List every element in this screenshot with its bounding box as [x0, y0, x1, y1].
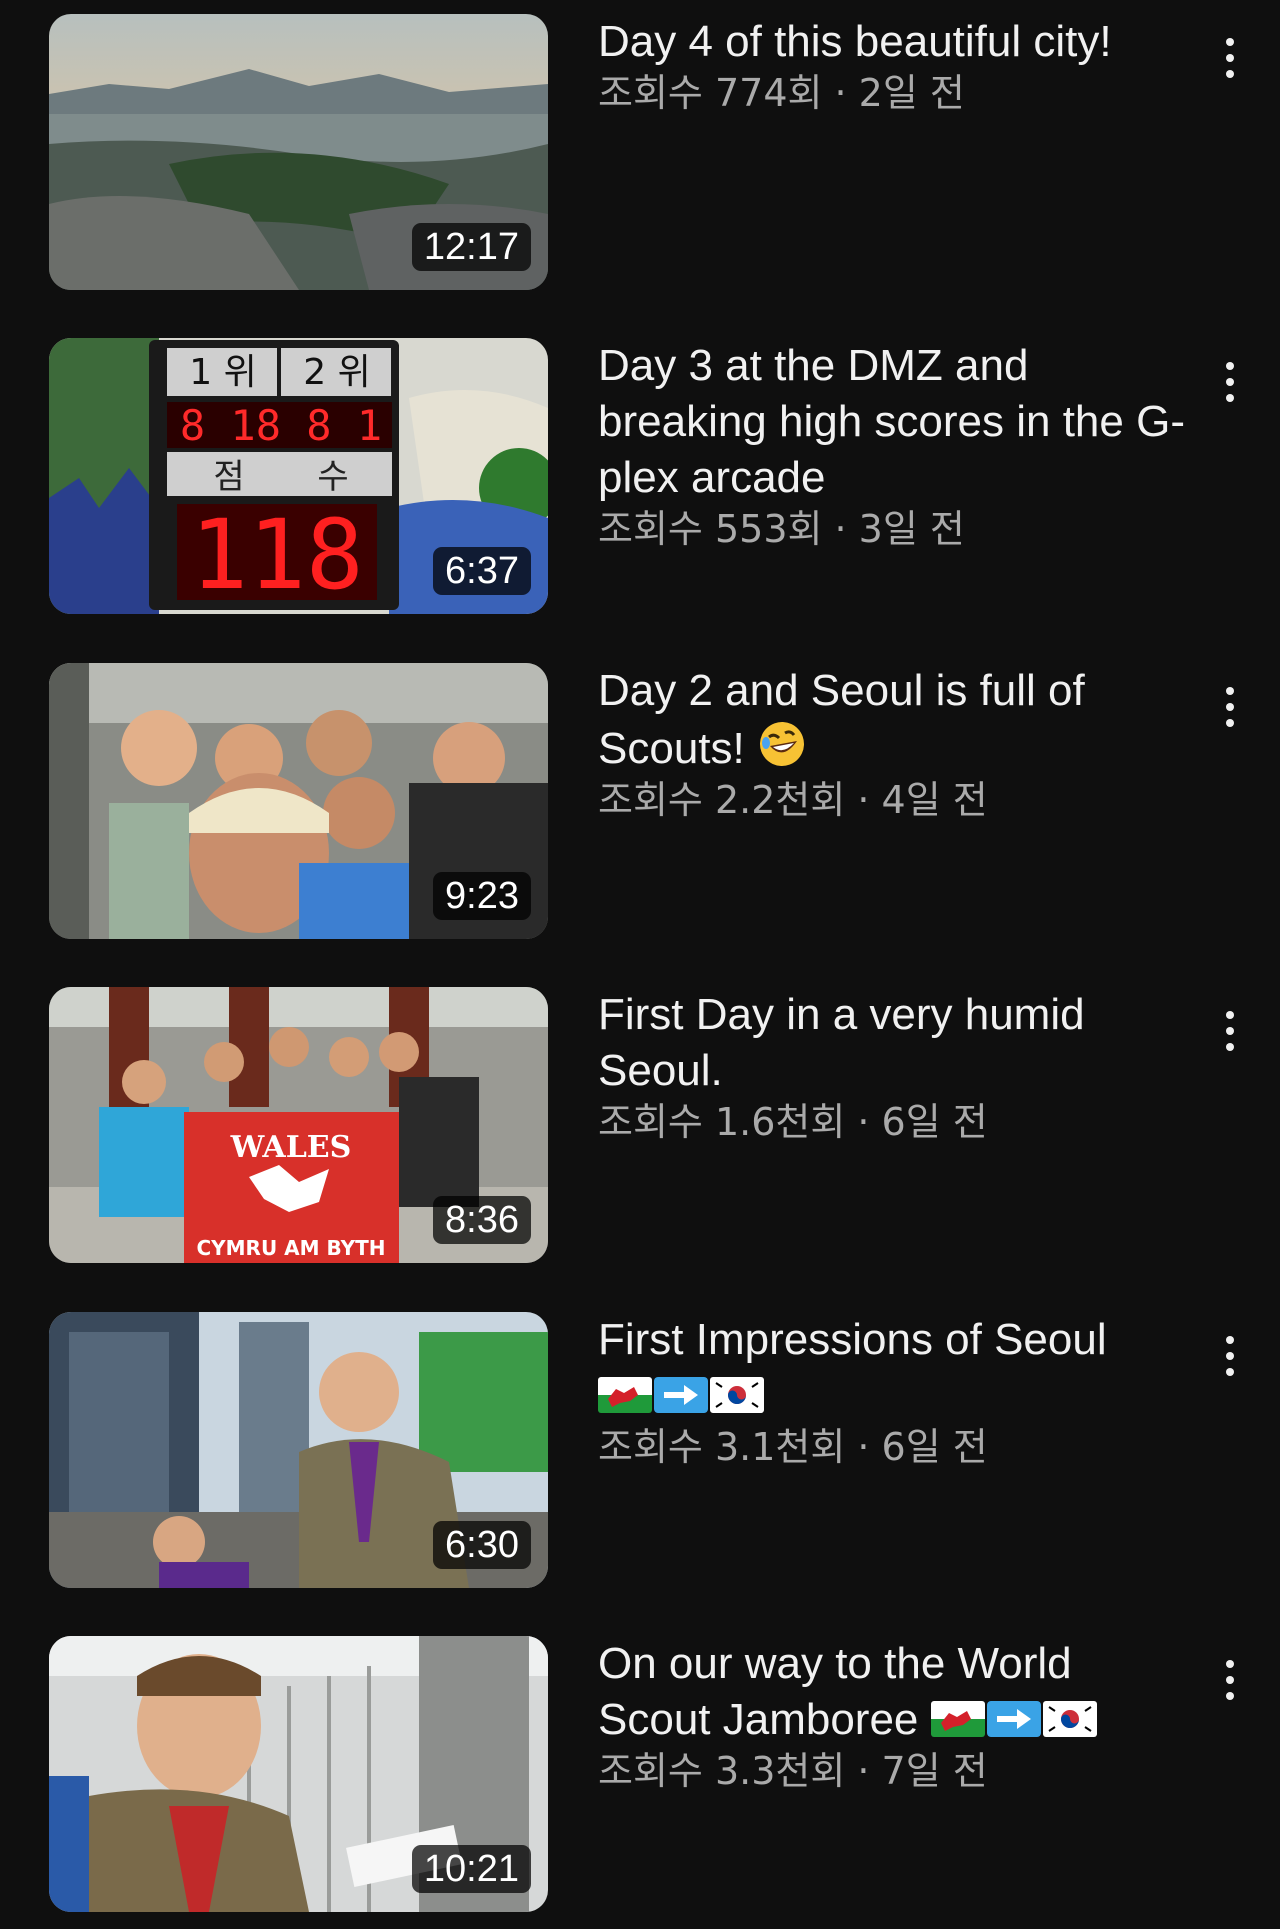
video-item[interactable]: 6:30 First Impressions of Seoul 조회수 3.1천…: [0, 1312, 1280, 1588]
video-item[interactable]: 12:17 Day 4 of this beautiful city! 조회수 …: [0, 14, 1280, 290]
video-meta: 조회수 2.2천회 · 4일 전: [598, 778, 988, 822]
video-title[interactable]: Day 2 and Seoul is full of Scouts!: [598, 663, 1188, 777]
video-duration: 9:23: [433, 872, 531, 920]
video-info[interactable]: Day 4 of this beautiful city! 조회수 774회 ·…: [598, 14, 1188, 118]
video-meta: 조회수 3.3천회 · 7일 전: [598, 1749, 988, 1793]
video-info[interactable]: Day 2 and Seoul is full of Scouts! 조회수 2…: [598, 663, 1188, 825]
video-title[interactable]: First Day in a very humid Seoul.: [598, 987, 1188, 1099]
more-options-icon[interactable]: [1210, 683, 1250, 731]
south-korea-flag-icon: [1042, 1701, 1097, 1737]
video-thumbnail[interactable]: 10:21: [49, 1636, 548, 1912]
banner-top-text: WALES: [230, 1130, 352, 1165]
video-title[interactable]: On our way to the World Scout Jamboree: [598, 1636, 1188, 1748]
video-duration: 6:37: [433, 547, 531, 595]
video-thumbnail[interactable]: 6:30: [49, 1312, 548, 1588]
south-korea-flag-icon: [710, 1377, 764, 1413]
video-item[interactable]: WALES CYMRU AM BYTH 8:36 First Day in a …: [0, 987, 1280, 1263]
score-label-1: 점: [213, 457, 244, 497]
video-item[interactable]: 10:21 On our way to the World Scout Jamb…: [0, 1636, 1280, 1912]
more-options-icon[interactable]: [1210, 1656, 1250, 1704]
video-meta: 조회수 1.6천회 · 6일 전: [598, 1100, 988, 1144]
video-title[interactable]: First Impressions of Seoul: [598, 1312, 1188, 1424]
more-options-icon[interactable]: [1210, 1332, 1250, 1380]
wales-flag-icon: [930, 1701, 985, 1737]
more-options-icon[interactable]: [1210, 34, 1250, 82]
video-title[interactable]: Day 3 at the DMZ and breaking high score…: [598, 338, 1188, 506]
right-arrow-icon: [986, 1701, 1041, 1737]
rank1-label: 1 위: [189, 352, 256, 393]
video-info[interactable]: First Day in a very humid Seoul. 조회수 1.6…: [598, 987, 1188, 1147]
laughing-emoji-icon: [759, 722, 804, 766]
video-info[interactable]: First Impressions of Seoul 조회수 3.1천회 · 6…: [598, 1312, 1188, 1472]
video-thumbnail[interactable]: 9:23: [49, 663, 548, 939]
score-label-2: 수: [317, 457, 348, 497]
top-score-display: 8 18 8 1: [180, 401, 382, 450]
video-thumbnail[interactable]: WALES CYMRU AM BYTH 8:36: [49, 987, 548, 1263]
video-item[interactable]: 1 위 2 위 8 18 8 1 점 수 118 6:37 Day 3 at t…: [0, 338, 1280, 614]
video-meta: 조회수 774회 · 2일 전: [598, 71, 965, 115]
video-duration: 12:17: [411, 223, 531, 271]
video-meta: 조회수 3.1천회 · 6일 전: [598, 1425, 988, 1469]
video-duration: 8:36: [433, 1196, 531, 1244]
video-info[interactable]: Day 3 at the DMZ and breaking high score…: [598, 338, 1188, 554]
banner-bottom-text: CYMRU AM BYTH: [196, 1236, 385, 1260]
score-display: 118: [190, 499, 363, 611]
video-title-text: First Impressions of Seoul: [598, 1315, 1107, 1364]
video-thumbnail[interactable]: 12:17: [49, 14, 548, 290]
video-duration: 6:30: [433, 1521, 531, 1569]
rank2-label: 2 위: [303, 352, 370, 393]
video-meta: 조회수 553회 · 3일 전: [598, 507, 965, 551]
video-list: 12:17 Day 4 of this beautiful city! 조회수 …: [0, 0, 1280, 1929]
video-title-text: Day 2 and Seoul is full of Scouts!: [598, 666, 1085, 773]
right-arrow-icon: [654, 1377, 708, 1413]
video-info[interactable]: On our way to the World Scout Jamboree 조…: [598, 1636, 1188, 1796]
video-thumbnail[interactable]: 1 위 2 위 8 18 8 1 점 수 118 6:37: [49, 338, 548, 614]
wales-flag-icon: [598, 1377, 652, 1413]
video-title[interactable]: Day 4 of this beautiful city!: [598, 14, 1188, 70]
more-options-icon[interactable]: [1210, 1007, 1250, 1055]
video-duration: 10:21: [411, 1845, 531, 1893]
more-options-icon[interactable]: [1210, 358, 1250, 406]
video-item[interactable]: 9:23 Day 2 and Seoul is full of Scouts! …: [0, 663, 1280, 939]
